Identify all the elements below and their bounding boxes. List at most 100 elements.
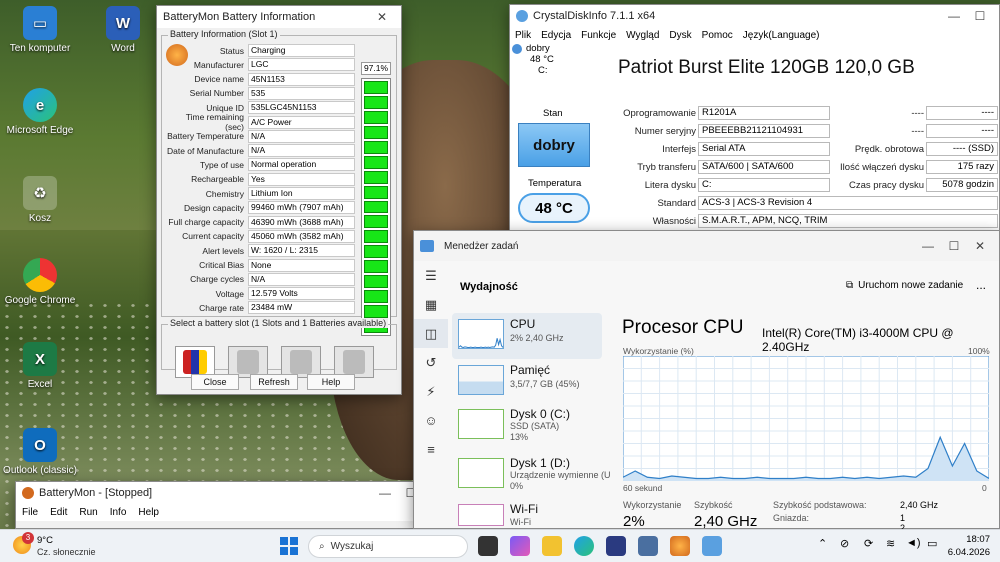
util-caption: Wykorzystanie: [623, 500, 682, 510]
cpu-utilization-chart: [623, 356, 989, 481]
startup-icon[interactable]: ⚡: [414, 377, 448, 406]
users-icon[interactable]: ☺: [414, 406, 448, 435]
perf-item-disk0[interactable]: Dysk 0 (C:) SSD (SATA) 13%: [452, 403, 602, 449]
charge-cell: [364, 290, 388, 304]
desktop-icon-this-pc[interactable]: ▭ Ten komputer: [0, 6, 80, 54]
interface-value: Serial ATA: [698, 142, 830, 156]
base-speed-label: Szybkość podstawowa:: [773, 500, 867, 510]
battery-info-row: Charge rate 23484 mW: [166, 301, 355, 315]
charge-cell: [364, 110, 388, 124]
battery-info-value: Lithium Ion: [248, 187, 355, 200]
menu-plik[interactable]: Plik: [515, 30, 531, 41]
batterymon-main-window: BatteryMon - [Stopped] — ☐ ✕ File Edit R…: [15, 481, 457, 529]
menu-language[interactable]: Język(Language): [743, 30, 820, 41]
battery-icon[interactable]: ▭: [927, 537, 937, 550]
desktop-icon-recycle-bin[interactable]: ♻ Kosz: [0, 176, 80, 224]
app-tray-icon[interactable]: ⟳: [864, 537, 873, 550]
close-button[interactable]: Close: [191, 374, 239, 390]
util-axis-max: 100%: [968, 346, 990, 356]
app-icon[interactable]: [638, 536, 658, 556]
battery-info-value: N/A: [248, 129, 355, 143]
maximize-icon[interactable]: ☐: [941, 239, 967, 253]
battery-info-row: Date of Manufacture N/A: [166, 144, 355, 158]
battery-info-row: Battery Temperature N/A: [166, 129, 355, 143]
menu-help[interactable]: Help: [138, 507, 159, 518]
close-icon[interactable]: ✕: [967, 239, 993, 253]
menu-wyglad[interactable]: Wygląd: [626, 30, 659, 41]
battery-info-value: 535: [248, 86, 355, 100]
menu-edit[interactable]: Edit: [50, 507, 67, 518]
hamburger-menu-icon[interactable]: ☰: [414, 261, 448, 290]
battery-info-label: Full charge capacity: [168, 217, 244, 228]
clock-date[interactable]: 6.04.2026: [938, 547, 990, 558]
weather-desc: Cz. słonecznie: [37, 547, 96, 557]
desktop-icon-edge[interactable]: e Microsoft Edge: [0, 88, 80, 136]
battery-slot-empty-icon: [343, 350, 365, 374]
desktop-icon-chrome[interactable]: Google Chrome: [0, 258, 80, 306]
battery-info-value: Yes: [248, 172, 355, 186]
charge-cell: [364, 215, 388, 229]
more-options-button[interactable]: ...: [976, 278, 986, 292]
perf-item-memory[interactable]: Pamięć 3,5/7,7 GB (45%): [452, 359, 602, 405]
firmware-value: R1201A: [698, 106, 830, 120]
menu-file[interactable]: File: [22, 507, 38, 518]
desktop-icon-excel[interactable]: X Excel: [0, 342, 80, 390]
task-manager-icon: [420, 240, 434, 252]
drive-selector[interactable]: dobry 48 °C C:: [512, 43, 572, 76]
run-new-task-button[interactable]: ⧉ Uruchom nowe zadanie: [846, 280, 963, 291]
battery-info-row: Chemistry Lithium Ion: [166, 187, 355, 200]
minimize-icon[interactable]: —: [372, 486, 398, 500]
menu-edycja[interactable]: Edycja: [541, 30, 571, 41]
performance-icon[interactable]: ◫: [414, 319, 448, 348]
edge-taskbar-icon[interactable]: [574, 536, 594, 556]
menu-run[interactable]: Run: [79, 507, 97, 518]
task-view-icon[interactable]: [478, 536, 498, 556]
crystaldiskinfo-window: CrystalDiskInfo 7.1.1 x64 — ☐ Plik Edycj…: [509, 4, 1000, 236]
health-status-button[interactable]: dobry: [518, 123, 590, 167]
speed-value: 2,40 GHz: [694, 513, 758, 530]
windows-logo-icon: [280, 537, 288, 545]
section-title: Wydajność: [460, 281, 518, 293]
perf-item-cpu[interactable]: CPU 2% 2,40 GHz: [452, 313, 602, 359]
clock-time[interactable]: 18:07: [948, 534, 990, 545]
desktop-icon-word[interactable]: W Word: [83, 6, 163, 54]
battery-info-value: 99460 mWh (7907 mAh): [248, 201, 355, 215]
copilot-icon[interactable]: [510, 536, 530, 556]
chevron-up-icon[interactable]: ⌃: [818, 537, 827, 550]
start-button[interactable]: [280, 537, 298, 555]
search-box[interactable]: ⌕ Wyszukaj: [308, 535, 468, 558]
file-explorer-icon[interactable]: [542, 536, 562, 556]
desktop-icon-outlook[interactable]: O Outlook (classic): [0, 428, 80, 476]
weather-badge: 3: [22, 532, 34, 544]
store-icon[interactable]: [606, 536, 626, 556]
menu-funkcje[interactable]: Funkcje: [581, 30, 616, 41]
power-on-hours-label: Czas pracy dysku: [849, 180, 924, 191]
battery-info-label: Date of Manufacture: [166, 145, 244, 156]
wifi-icon[interactable]: ≋: [886, 537, 895, 550]
crystaldiskinfo-taskbar-icon[interactable]: [702, 536, 722, 556]
history-icon[interactable]: ↺: [414, 348, 448, 377]
power-on-count-label: Ilość włączeń dysku: [840, 162, 924, 173]
minimize-icon[interactable]: —: [941, 9, 967, 23]
recycle-bin-icon: ♻: [23, 176, 57, 210]
minimize-icon[interactable]: —: [915, 239, 941, 253]
menu-pomoc[interactable]: Pomoc: [702, 30, 733, 41]
battery-info-value: 45N1153: [248, 72, 355, 86]
volume-icon[interactable]: ◄): [906, 537, 921, 549]
maximize-icon[interactable]: ☐: [967, 9, 993, 23]
close-icon[interactable]: ✕: [369, 10, 395, 24]
help-button[interactable]: Help: [307, 374, 355, 390]
menu-info[interactable]: Info: [110, 507, 127, 518]
processes-icon[interactable]: ▦: [414, 290, 448, 319]
battery-info-label: Battery Temperature: [167, 131, 244, 142]
perf-item-wifi[interactable]: Wi-Fi Wi-Fi: [452, 498, 602, 528]
charge-cell: [364, 170, 388, 184]
serial-value: PBEEEBB21121104931: [698, 124, 830, 138]
perf-item-disk1[interactable]: Dysk 1 (D:) Urządzenie wymienne (U 0%: [452, 452, 611, 498]
details-icon[interactable]: ≡: [414, 435, 448, 464]
refresh-button[interactable]: Refresh: [250, 374, 298, 390]
menu-dysk[interactable]: Dysk: [669, 30, 691, 41]
batterymon-menu: File Edit Run Info Help: [16, 504, 456, 521]
batterymon-taskbar-icon[interactable]: [670, 536, 690, 556]
notification-icon[interactable]: ⊘: [840, 537, 849, 550]
